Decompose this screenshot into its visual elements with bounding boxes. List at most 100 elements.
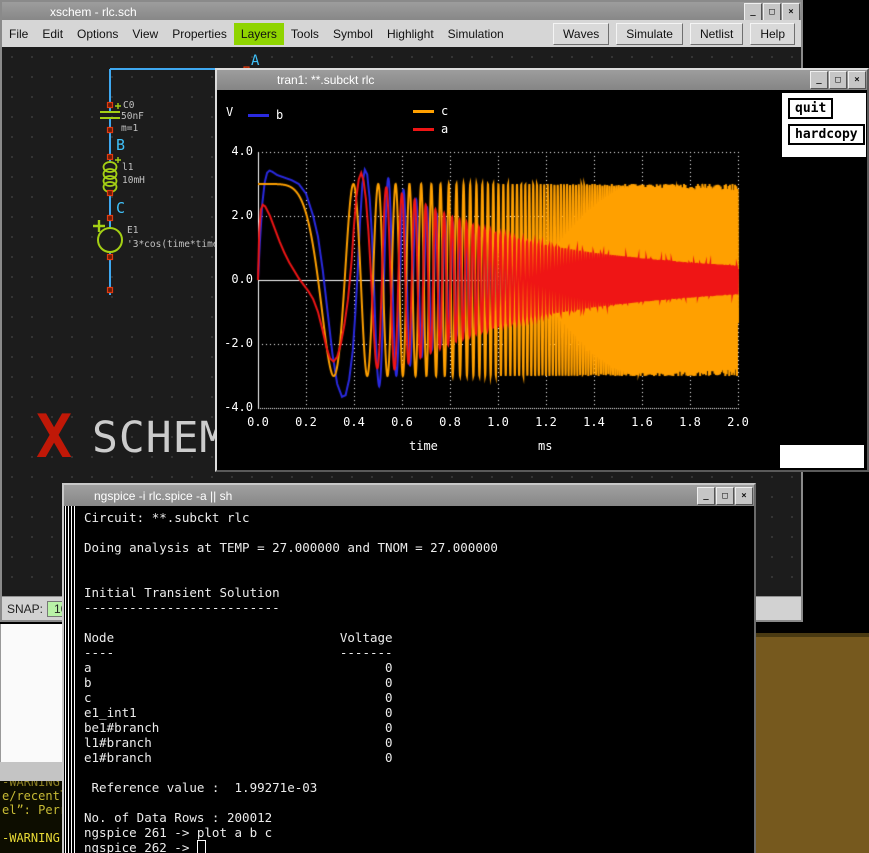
menu-item-edit[interactable]: Edit (35, 23, 70, 45)
cap-ref: C0 (123, 100, 135, 111)
x-tick-label: 1.4 (583, 415, 605, 429)
minimize-icon[interactable]: _ (810, 71, 828, 89)
terminal-cursor[interactable] (197, 840, 206, 853)
waves-button[interactable]: Waves (553, 23, 609, 45)
x-tick-label: 0.0 (247, 415, 269, 429)
x-tick-label: 1.0 (487, 415, 509, 429)
maximize-icon[interactable]: □ (716, 487, 734, 505)
hardcopy-button[interactable]: hardcopy (788, 124, 865, 145)
xschem-titlebar[interactable]: xschem - rlc.sch _ □ × (2, 2, 801, 22)
y-tick-label: -2.0 (219, 336, 253, 350)
legend-line-a (413, 128, 434, 131)
legend-label-a: a (441, 122, 448, 136)
plot-white-patch (780, 445, 864, 468)
x-axis-unit: ms (538, 439, 552, 453)
x-tick-label: 1.6 (631, 415, 653, 429)
terminal-line: be1#branch 0 (84, 720, 498, 735)
y-tick-label: 2.0 (219, 208, 253, 222)
close-icon[interactable]: × (848, 71, 866, 89)
legend-line-c (413, 110, 434, 113)
terminal-line: e1_int1 0 (84, 705, 498, 720)
xschem-logo-x: X (36, 402, 72, 472)
menu-item-layers[interactable]: Layers (234, 23, 284, 45)
minimize-icon[interactable]: _ (744, 3, 762, 21)
src-ref: E1 (127, 225, 139, 236)
plot-content: V b ca 0.0 0.2 0.4 0.6 0.8 1.0 1.2 1.4 1.6 1.8 2.0 4… (217, 90, 867, 470)
terminal-line: Doing analysis at TEMP = 27.000000 and T… (84, 540, 498, 555)
terminal-line: e1#branch 0 (84, 750, 498, 765)
terminal-line: Circuit: **.subckt rlc (84, 510, 498, 525)
terminal-body[interactable]: Circuit: **.subckt rlc Doing analysis at… (64, 506, 754, 853)
background-window-fragment (752, 633, 869, 853)
terminal-line: a 0 (84, 660, 498, 675)
legend-label-b: b (276, 108, 283, 122)
terminal-line: l1#branch 0 (84, 735, 498, 750)
menu-item-tools[interactable]: Tools (284, 23, 326, 45)
y-tick-label: 4.0 (219, 144, 253, 158)
minimize-icon[interactable]: _ (697, 487, 715, 505)
x-tick-label: 1.8 (679, 415, 701, 429)
terminal-line: ---- ------- (84, 645, 498, 660)
help-button[interactable]: Help (750, 23, 795, 45)
terminal-line: -------------------------- (84, 600, 498, 615)
ind-value: 10mH (122, 175, 145, 186)
net-label-a[interactable]: A (251, 53, 260, 69)
menu-item-symbol[interactable]: Symbol (326, 23, 380, 45)
inductor-symbol[interactable] (104, 157, 122, 192)
voltage-source-symbol[interactable] (93, 220, 122, 252)
x-tick-label: 0.2 (295, 415, 317, 429)
menu-item-view[interactable]: View (125, 23, 165, 45)
net-label-b[interactable]: B (116, 136, 125, 154)
cap-extra: m=1 (121, 123, 138, 134)
terminal-line (84, 525, 498, 540)
close-icon[interactable]: × (782, 3, 800, 21)
legend-label-c: c (441, 104, 448, 118)
terminal-line: Initial Transient Solution (84, 585, 498, 600)
x-tick-label: 0.8 (439, 415, 461, 429)
terminal-scrollbar[interactable] (65, 506, 76, 853)
menu-item-simulation[interactable]: Simulation (441, 23, 511, 45)
terminal-line: Reference value : 1.99271e-03 (84, 780, 498, 795)
xschem-window-title: xschem - rlc.sch (2, 5, 137, 19)
ind-ref: l1 (122, 162, 134, 173)
terminal-line: ngspice 261 -> plot a b c (84, 825, 498, 840)
y-axis-unit: V (226, 105, 233, 119)
plot-titlebar[interactable]: tran1: **.subckt rlc _ □ × (217, 70, 867, 90)
maximize-icon[interactable]: □ (763, 3, 781, 21)
snap-label: SNAP: (7, 602, 43, 616)
cap-value: 50nF (121, 111, 144, 122)
ngspice-plot-window: tran1: **.subckt rlc _ □ × V b ca 0.0 0.2 0… (215, 68, 869, 472)
quit-button[interactable]: quit (788, 98, 833, 119)
maximize-icon[interactable]: □ (829, 71, 847, 89)
terminal-line (84, 765, 498, 780)
menu-item-highlight[interactable]: Highlight (380, 23, 441, 45)
netlist-button[interactable]: Netlist (690, 23, 743, 45)
simulate-button[interactable]: Simulate (616, 23, 683, 45)
menu-item-options[interactable]: Options (70, 23, 125, 45)
net-label-c[interactable]: C (116, 199, 125, 217)
terminal-output: Circuit: **.subckt rlc Doing analysis at… (84, 510, 498, 853)
terminal-line: Node Voltage (84, 630, 498, 645)
x-tick-label: 0.6 (391, 415, 413, 429)
x-axis-label: time (409, 439, 438, 453)
toolbar-buttons: Waves Simulate Netlist Help (553, 23, 801, 45)
menu-item-file[interactable]: File (2, 23, 35, 45)
terminal-line (84, 795, 498, 810)
menu-list: FileEditOptionsViewPropertiesLayersTools… (2, 23, 511, 45)
close-icon[interactable]: × (735, 487, 753, 505)
terminal-line (84, 615, 498, 630)
desktop: -WARNINGe/recentlyel”: Perr -WARNING xsc… (0, 0, 869, 853)
x-tick-label: 0.4 (343, 415, 365, 429)
terminal-line: b 0 (84, 675, 498, 690)
menu-item-properties[interactable]: Properties (165, 23, 234, 45)
legend-line-b (248, 114, 269, 117)
xschem-menubar: FileEditOptionsViewPropertiesLayersTools… (2, 20, 801, 48)
terminal-line: No. of Data Rows : 200012 (84, 810, 498, 825)
xschem-logo-text: SCHEM (92, 413, 226, 463)
x-tick-label: 2.0 (727, 415, 749, 429)
ngspice-terminal-window: ngspice -i rlc.spice -a || sh _ □ × Circ… (62, 483, 756, 853)
terminal-line (84, 570, 498, 585)
x-tick-label: 1.2 (535, 415, 557, 429)
terminal-titlebar[interactable]: ngspice -i rlc.spice -a || sh _ □ × (64, 485, 754, 506)
terminal-line: ngspice 262 -> (84, 840, 498, 853)
